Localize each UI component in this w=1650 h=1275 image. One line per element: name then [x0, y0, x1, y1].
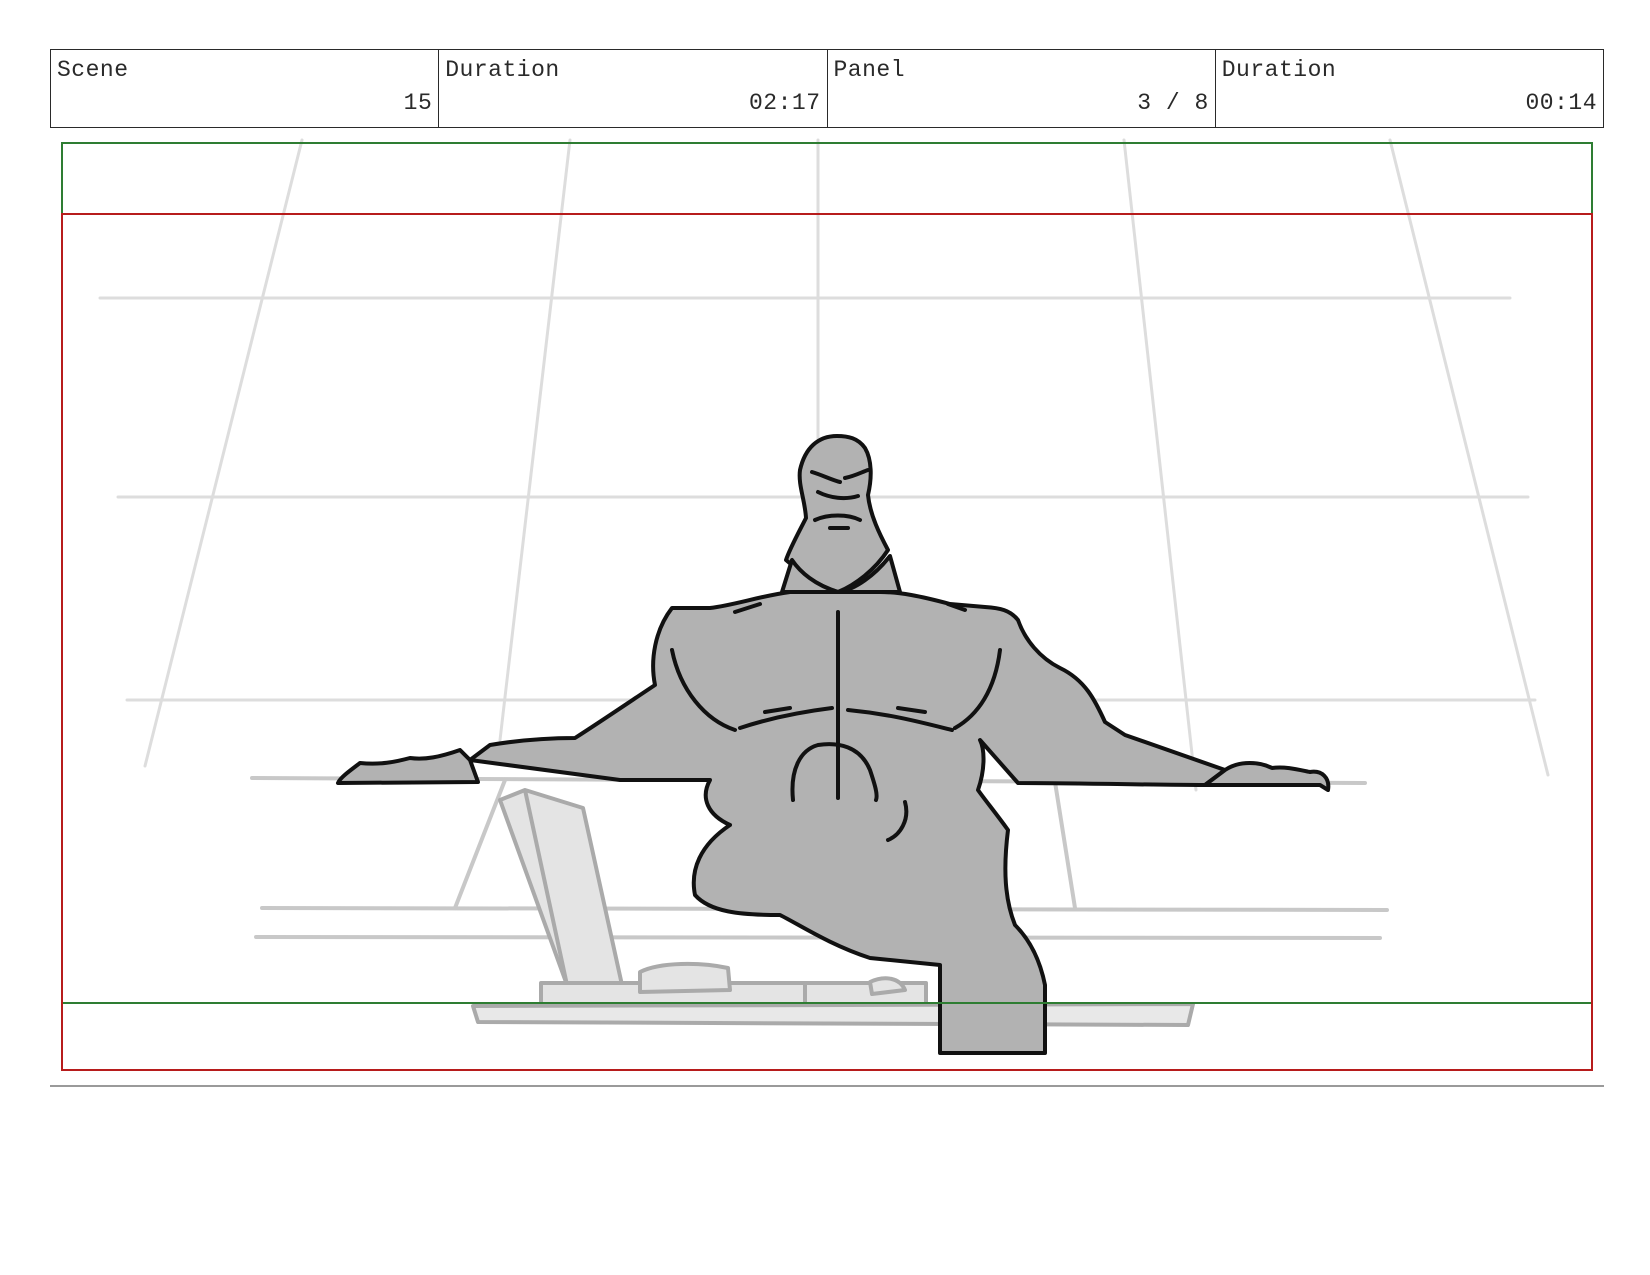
storyboard-panel	[61, 138, 1593, 1071]
desk-icon	[471, 1002, 1195, 1027]
caption-divider	[50, 1085, 1604, 1087]
